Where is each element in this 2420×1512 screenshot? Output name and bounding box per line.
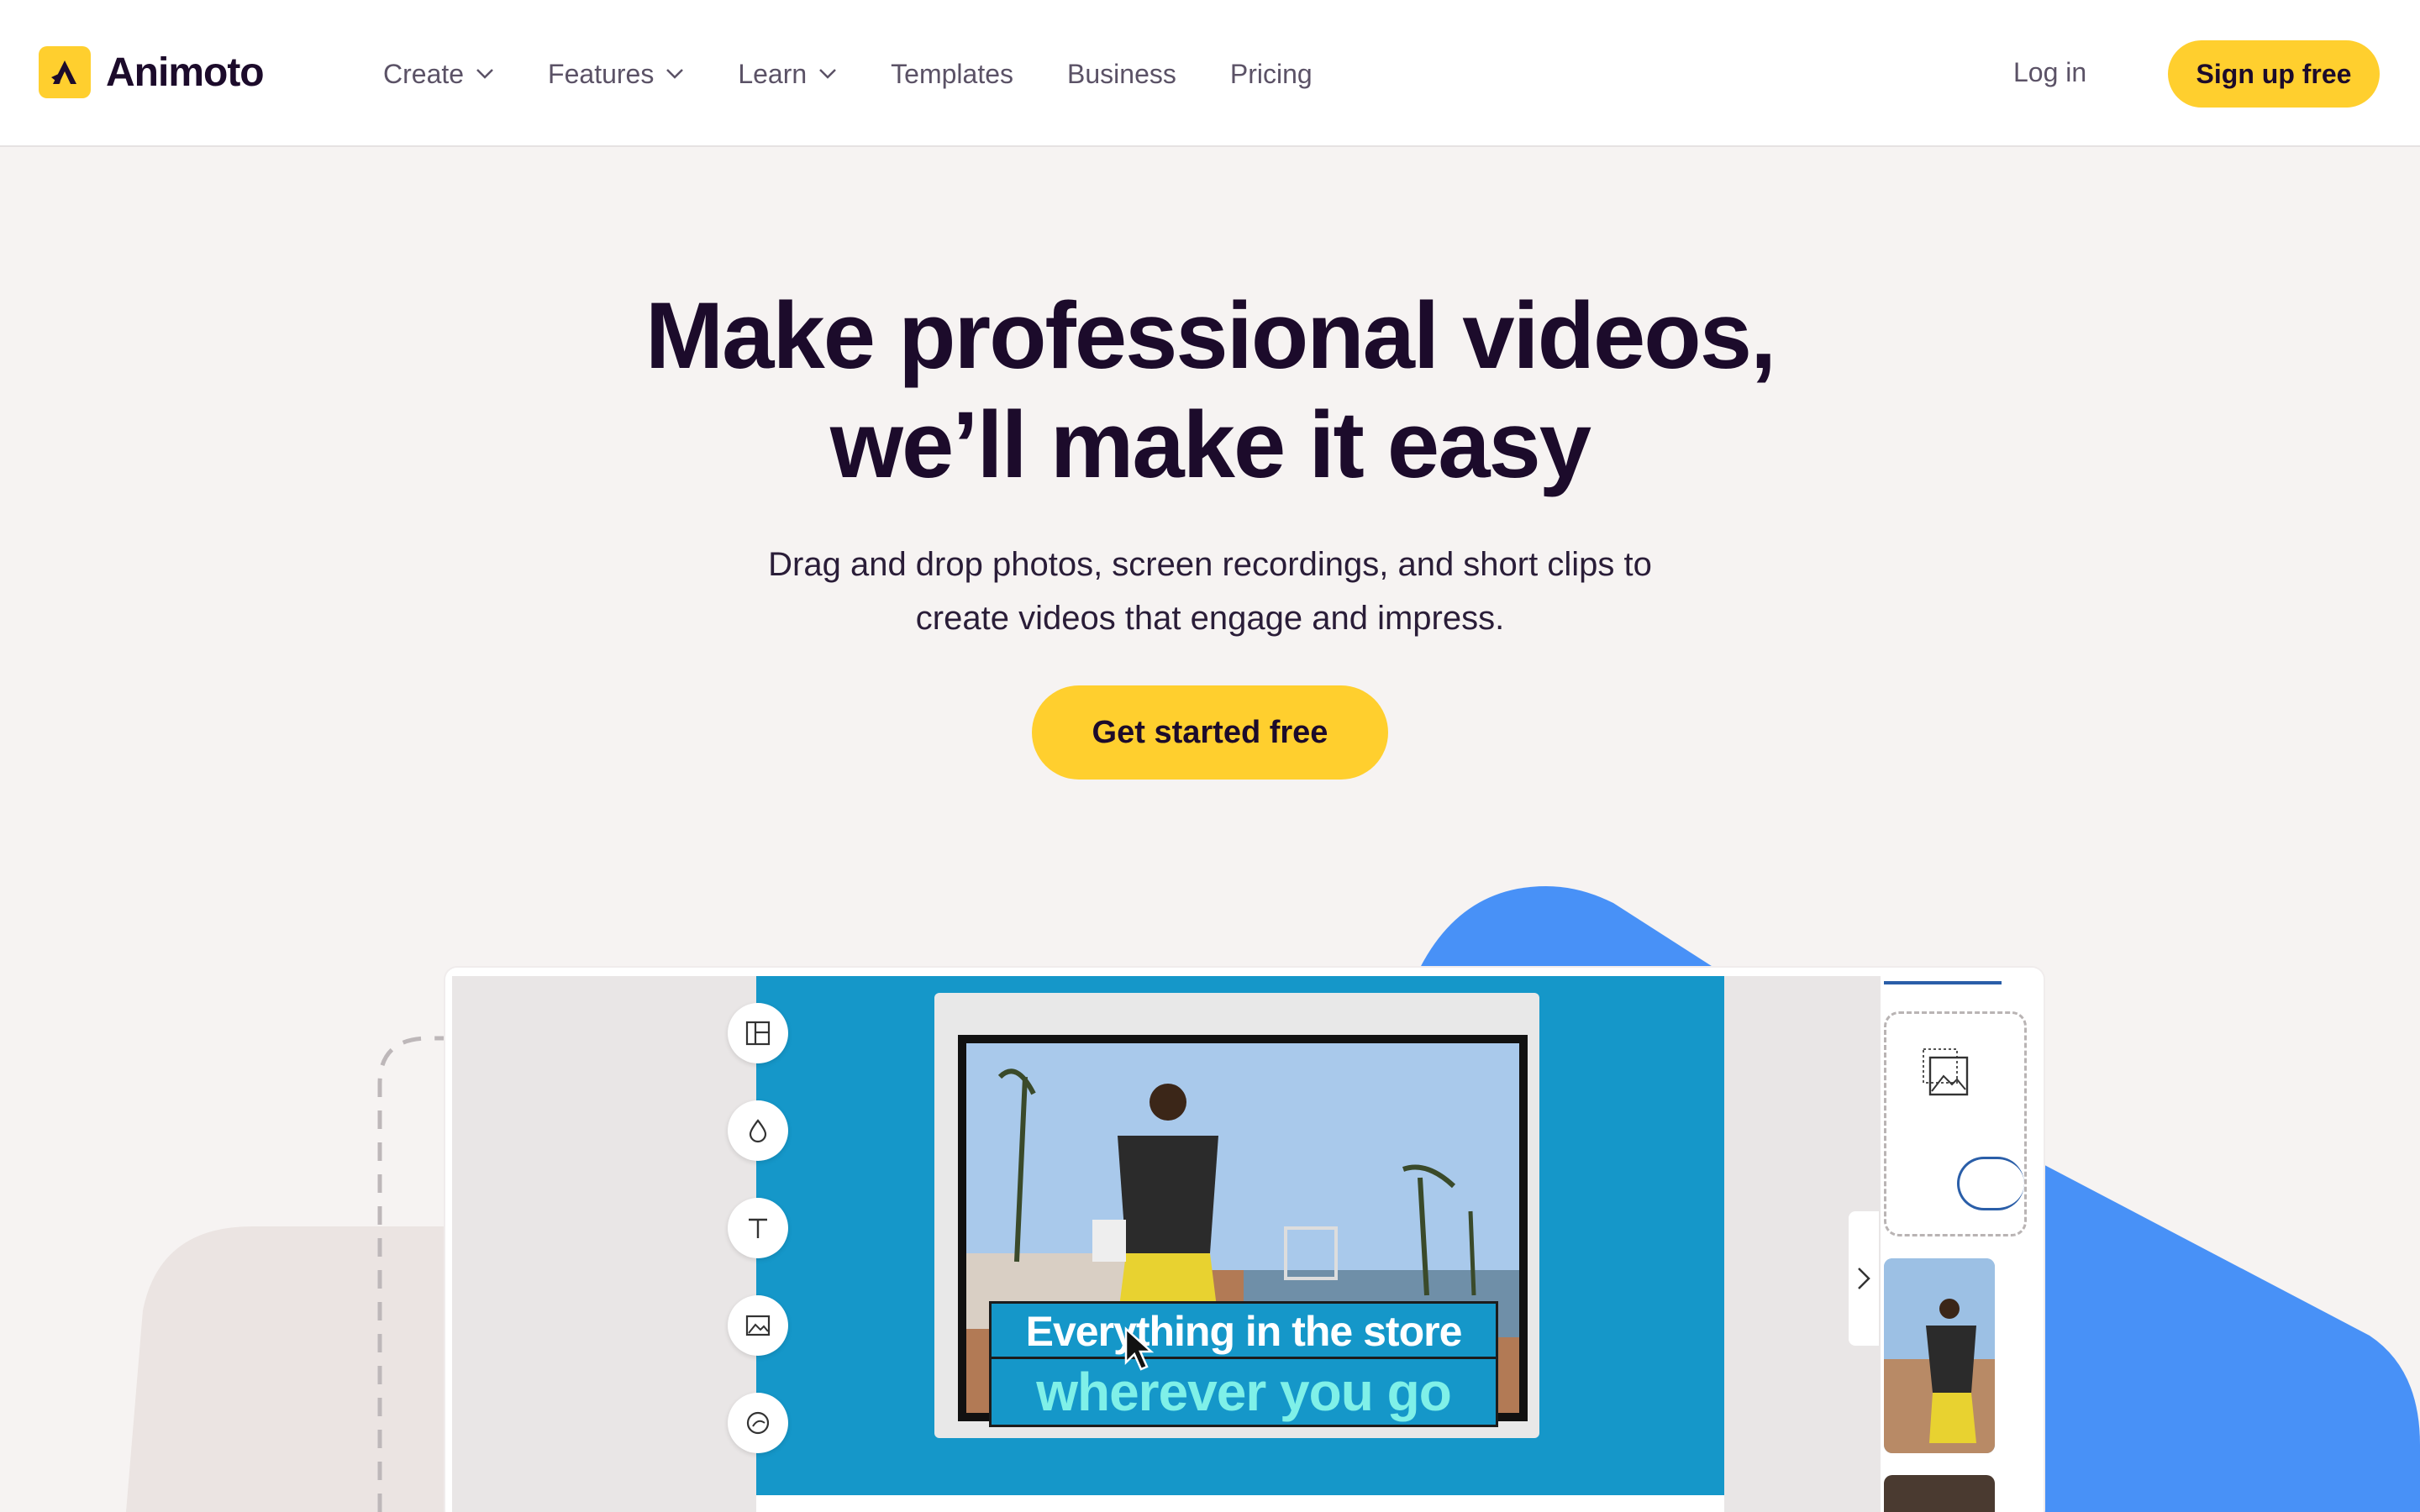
color-tool-button[interactable] bbox=[728, 1100, 788, 1161]
hero-subtitle-line2: create videos that engage and impress. bbox=[915, 600, 1505, 637]
sticker-tool-button[interactable] bbox=[728, 1393, 788, 1453]
panel-toggle-button[interactable] bbox=[1849, 1211, 1879, 1346]
chevron-down-icon bbox=[666, 68, 684, 80]
signup-button[interactable]: Sign up free bbox=[2168, 40, 2380, 108]
stage-bottom-strip bbox=[756, 1495, 1724, 1512]
nav-item-features[interactable]: Features bbox=[548, 59, 684, 90]
hero-title-line2: we’ll make it easy bbox=[829, 392, 1591, 497]
chevron-down-icon bbox=[476, 68, 494, 80]
blue-triangle-shape bbox=[2033, 1159, 2420, 1512]
hero-subtitle-line1: Drag and drop photos, screen recordings,… bbox=[768, 546, 1652, 583]
hero-title: Make professional videos, we’ll make it … bbox=[370, 281, 2050, 500]
hero-subtitle: Drag and drop photos, screen recordings,… bbox=[706, 538, 1714, 645]
hero-title-line1: Make professional videos, bbox=[644, 283, 1776, 388]
primary-nav: Create Features Learn Templates Business… bbox=[383, 50, 1313, 97]
nav-item-templates[interactable]: Templates bbox=[891, 59, 1013, 90]
nav-item-label: Features bbox=[548, 58, 655, 89]
upload-button[interactable] bbox=[1957, 1157, 2024, 1210]
upload-dropzone[interactable] bbox=[1884, 1011, 2027, 1236]
media-panel bbox=[1882, 968, 2044, 1512]
nav-item-pricing[interactable]: Pricing bbox=[1230, 59, 1313, 90]
login-link[interactable]: Log in bbox=[2013, 57, 2086, 88]
nav-item-label: Templates bbox=[891, 58, 1014, 89]
mouse-cursor-icon bbox=[1124, 1326, 1155, 1371]
layout-tool-button[interactable] bbox=[728, 1003, 788, 1063]
text-icon bbox=[749, 1218, 767, 1238]
top-navigation: Animoto Create Features Learn Templates … bbox=[0, 0, 2420, 147]
animoto-logo-icon bbox=[39, 46, 91, 98]
upload-image-icon bbox=[1923, 1048, 1969, 1096]
nav-item-label: Pricing bbox=[1229, 58, 1313, 89]
chevron-down-icon bbox=[818, 68, 837, 80]
nav-item-label: Create bbox=[383, 58, 465, 89]
image-tool-button[interactable] bbox=[728, 1295, 788, 1356]
video-editor-preview: Everything in the store wherever you go bbox=[445, 968, 2044, 1512]
image-icon bbox=[745, 1315, 771, 1336]
media-thumbnail[interactable] bbox=[1884, 1475, 1995, 1512]
layout-icon bbox=[745, 1021, 771, 1046]
chevron-right-icon bbox=[1858, 1268, 1870, 1289]
blue-circle-shape bbox=[1420, 886, 1714, 968]
active-tab-indicator bbox=[1884, 981, 2002, 984]
nav-item-label: Business bbox=[1067, 58, 1176, 89]
nav-item-label: Learn bbox=[738, 58, 808, 89]
brand-name: Animoto bbox=[106, 50, 265, 95]
text-tool-button[interactable] bbox=[728, 1198, 788, 1258]
get-started-button[interactable]: Get started free bbox=[1032, 685, 1388, 780]
nav-item-learn[interactable]: Learn bbox=[738, 59, 837, 90]
color-drop-icon bbox=[749, 1119, 767, 1143]
nav-item-business[interactable]: Business bbox=[1067, 59, 1176, 90]
nav-item-create[interactable]: Create bbox=[383, 59, 494, 90]
sticker-icon bbox=[746, 1411, 770, 1435]
media-thumbnail[interactable] bbox=[1884, 1258, 1995, 1453]
caption-line-2[interactable]: wherever you go bbox=[989, 1357, 1498, 1427]
animoto-logo[interactable]: Animoto bbox=[39, 45, 265, 99]
caption-line-1[interactable]: Everything in the store bbox=[989, 1301, 1498, 1362]
